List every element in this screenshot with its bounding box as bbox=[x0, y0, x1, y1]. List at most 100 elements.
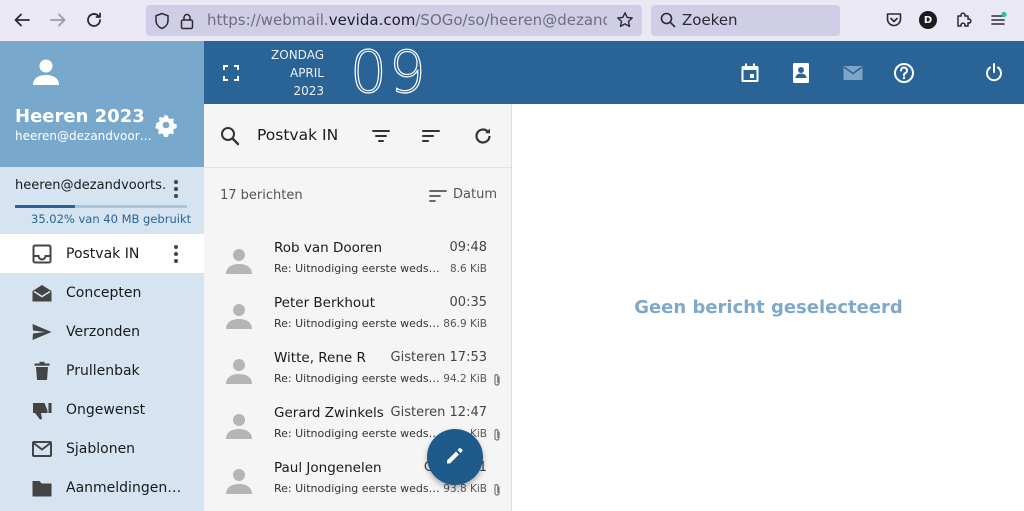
folder-label-drafts: Concepten bbox=[66, 284, 142, 301]
contacts-icon[interactable] bbox=[788, 60, 814, 86]
folder-label-sent: Verzonden bbox=[66, 323, 141, 340]
refresh-icon[interactable] bbox=[471, 124, 495, 148]
message-row[interactable]: Peter Berkhout 00:35 Re: Uitnodiging eerst… bbox=[204, 290, 511, 345]
sender-avatar-icon bbox=[224, 410, 254, 440]
filter-icon[interactable] bbox=[369, 124, 393, 148]
folder-templates[interactable]: Sjablonen bbox=[0, 429, 204, 468]
folder-label-aanmeldingen: Aanmeldingen… bbox=[66, 479, 182, 496]
mail-outline-icon bbox=[30, 437, 54, 461]
help-icon[interactable] bbox=[891, 60, 917, 86]
account-more-vertical-icon[interactable] bbox=[164, 177, 188, 205]
browser-search-input[interactable]: Zoeken bbox=[651, 5, 840, 36]
empty-selection-text: Geen bericht geselecteerd bbox=[634, 297, 903, 318]
url-text: https://webmail.vevida.com/SOGo/so/heere… bbox=[207, 11, 607, 29]
pencil-icon bbox=[444, 444, 466, 470]
user-card: Heeren 2023 heeren@dezandvoor… bbox=[0, 41, 204, 167]
list-toolbar: Postvak IN bbox=[204, 104, 511, 168]
search-placeholder: Zoeken bbox=[682, 11, 738, 29]
folder-aanmeldingen[interactable]: Aanmeldingen… bbox=[0, 468, 204, 507]
drafts-icon bbox=[30, 281, 54, 305]
sender-avatar-icon bbox=[224, 300, 254, 330]
message-size: 86.9 KiB bbox=[443, 318, 487, 330]
date-label: ZONDAG APRIL 2023 bbox=[264, 46, 324, 100]
pocket-icon[interactable] bbox=[882, 8, 906, 32]
address-bar[interactable]: https://webmail.vevida.com/SOGo/so/heere… bbox=[146, 5, 642, 36]
message-subject: Re: Uitnodiging eerste wedst… bbox=[274, 482, 442, 495]
url-domain: vevida.com bbox=[328, 11, 416, 29]
sort-label[interactable]: Datum bbox=[453, 187, 497, 202]
user-email: heeren@dezandvoor… bbox=[15, 129, 152, 143]
folder-junk[interactable]: Ongewenst bbox=[0, 390, 204, 429]
folder-label-trash: Prullenbak bbox=[66, 362, 140, 379]
folder-label-junk: Ongewenst bbox=[66, 401, 146, 418]
send-icon bbox=[30, 320, 54, 344]
sort-order-icon[interactable] bbox=[428, 188, 448, 208]
folder-drafts[interactable]: Concepten bbox=[0, 273, 204, 312]
message-subject: Re: Uitnodiging eerste wedstr… bbox=[274, 262, 442, 275]
year-label: 2023 bbox=[293, 84, 324, 98]
sidebar: heeren@dezandvoorts… 35.02% van 40 MB ge… bbox=[0, 167, 204, 511]
message-time: 00:35 bbox=[449, 295, 487, 310]
extensions-puzzle-icon[interactable] bbox=[952, 8, 976, 32]
message-sender: Gerard Zwinkels bbox=[274, 405, 384, 421]
bookmark-star-icon[interactable] bbox=[616, 11, 634, 33]
message-size: 93.8 KiB bbox=[443, 483, 487, 495]
message-time: Gisteren 12:47 bbox=[390, 405, 487, 420]
menu-hamburger-icon[interactable] bbox=[986, 8, 1010, 32]
folder-icon bbox=[30, 476, 54, 500]
lock-icon[interactable] bbox=[180, 12, 194, 34]
search-mail-icon[interactable] bbox=[218, 124, 242, 148]
message-time: Gisteren 17:53 bbox=[390, 350, 487, 365]
sender-avatar-icon bbox=[224, 355, 254, 385]
message-sender: Peter Berkhout bbox=[274, 295, 376, 311]
folder-sent[interactable]: Verzonden bbox=[0, 312, 204, 351]
message-subject: Re: Uitnodiging eerste wedst… bbox=[274, 317, 442, 330]
message-row[interactable]: Rob van Dooren 09:48 Re: Uitnodiging eerst… bbox=[204, 235, 511, 290]
reading-pane: Geen bericht geselecteerd bbox=[511, 104, 1024, 511]
message-sender: Witte, Rene R bbox=[274, 350, 366, 366]
folder-label-inbox: Postvak IN bbox=[66, 245, 140, 262]
sort-icon[interactable] bbox=[419, 124, 443, 148]
search-icon bbox=[660, 12, 676, 32]
user-name: Heeren 2023 bbox=[15, 106, 145, 127]
weekday-label: ZONDAG bbox=[271, 48, 324, 62]
message-sender: Rob van Dooren bbox=[274, 240, 383, 256]
account-name[interactable]: heeren@dezandvoorts… bbox=[15, 178, 165, 193]
message-row[interactable]: Witte, Rene R Gisteren 17:53 Re: Uitnodigi… bbox=[204, 345, 511, 400]
folder-more-vertical-icon[interactable] bbox=[164, 242, 188, 270]
fullscreen-icon[interactable] bbox=[218, 60, 244, 86]
folder-inbox[interactable]: Postvak IN bbox=[0, 234, 204, 273]
message-time: 09:48 bbox=[449, 240, 487, 255]
compose-button[interactable] bbox=[427, 429, 483, 485]
forward-arrow-icon[interactable] bbox=[46, 8, 70, 32]
mail-icon[interactable] bbox=[840, 60, 866, 86]
thumb-down-icon bbox=[30, 398, 54, 422]
sender-avatar-icon bbox=[224, 245, 254, 275]
profile-initial: D bbox=[919, 11, 937, 29]
back-arrow-icon[interactable] bbox=[10, 8, 34, 32]
sender-avatar-icon bbox=[224, 465, 254, 495]
quota-fill bbox=[15, 205, 76, 208]
quota-bar bbox=[15, 205, 187, 208]
calendar-icon[interactable] bbox=[737, 60, 763, 86]
logout-power-icon[interactable] bbox=[981, 60, 1007, 86]
reload-icon[interactable] bbox=[82, 8, 106, 32]
message-subject: Re: Uitnodiging eerste wedst… bbox=[274, 427, 442, 440]
quota-text: 35.02% van 40 MB gebruikt bbox=[31, 212, 192, 226]
url-prefix: https://webmail. bbox=[207, 11, 329, 29]
browser-toolbar: https://webmail.vevida.com/SOGo/so/heere… bbox=[0, 0, 1024, 41]
profile-avatar[interactable]: D bbox=[916, 8, 940, 32]
settings-gear-icon[interactable] bbox=[154, 113, 178, 141]
message-sender: Paul Jongenelen bbox=[274, 460, 382, 476]
attachment-icon bbox=[492, 372, 502, 386]
user-avatar-icon bbox=[31, 57, 61, 91]
message-size: 94.2 KiB bbox=[443, 373, 487, 385]
shield-icon[interactable] bbox=[154, 12, 170, 34]
url-path: /SOGo/so/heeren@dezandvoortse.n bbox=[415, 11, 607, 29]
message-size: 8.6 KiB bbox=[449, 263, 487, 275]
message-count: 17 berichten bbox=[220, 188, 303, 203]
inbox-icon bbox=[30, 242, 54, 266]
folder-trash[interactable]: Prullenbak bbox=[0, 351, 204, 390]
attachment-icon bbox=[492, 427, 502, 441]
folder-label-templates: Sjablonen bbox=[66, 440, 136, 457]
